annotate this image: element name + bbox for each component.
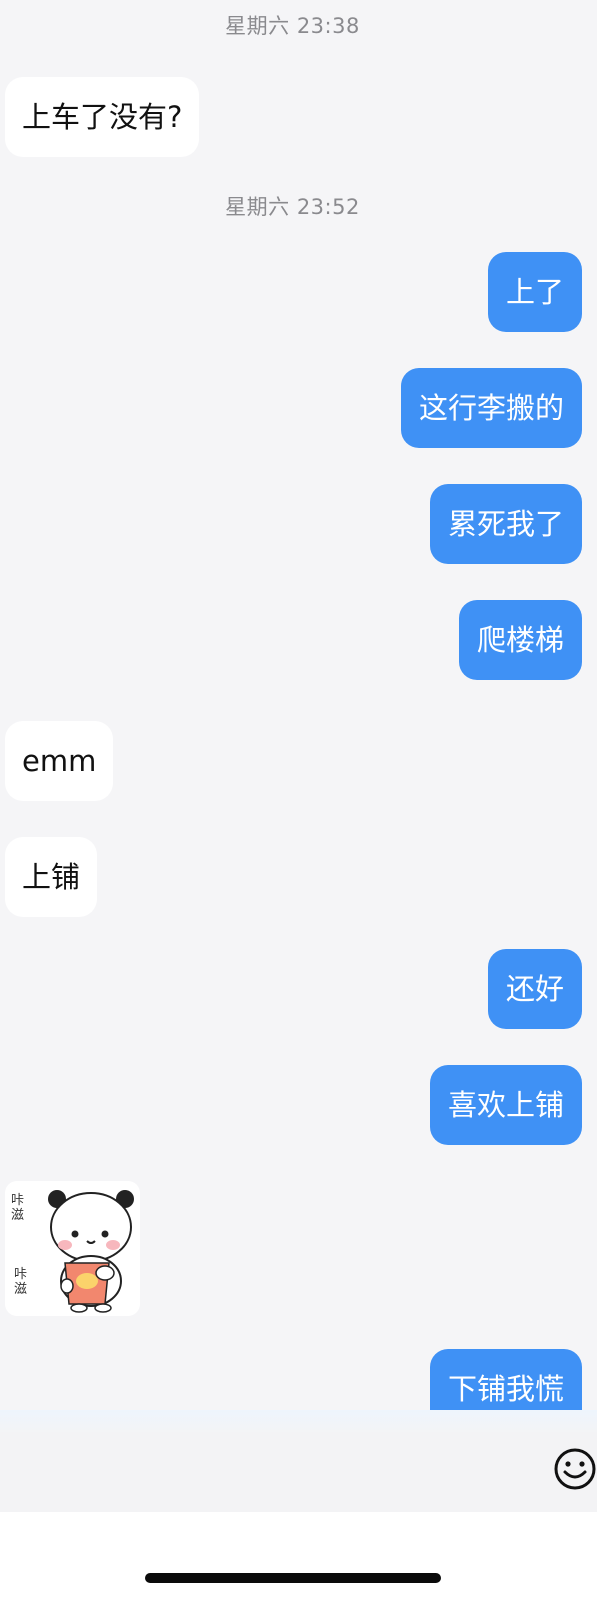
- timestamp: 星期六 23:52: [225, 195, 360, 219]
- message-bubble-outgoing[interactable]: 这行李搬的: [400, 368, 582, 448]
- message-bubble-outgoing[interactable]: 累死我了: [429, 484, 582, 564]
- message-bubble-incoming[interactable]: 上车了没有?: [5, 77, 200, 157]
- message-bubble-outgoing[interactable]: 爬楼梯: [458, 600, 582, 680]
- message-bubble-incoming[interactable]: emm: [5, 721, 114, 801]
- sticker-message[interactable]: 咔滋 咔滋: [5, 1181, 140, 1316]
- home-indicator[interactable]: [145, 1573, 441, 1583]
- message-bubble-incoming[interactable]: 上铺: [5, 837, 98, 917]
- panda-bear-sticker-icon: [48, 1190, 134, 1313]
- timestamp: 星期六 23:38: [225, 14, 360, 38]
- message-bubble-outgoing[interactable]: 还好: [487, 949, 582, 1029]
- input-bar[interactable]: [0, 1432, 597, 1512]
- chat-screen: 星期六 23:38 上车了没有? 星期六 23:52 上了 这行李搬的 累死我了…: [0, 0, 597, 1599]
- smiley-face-icon[interactable]: [553, 1447, 597, 1491]
- input-bar-divider: [0, 1410, 597, 1432]
- bottom-safe-area: [0, 1512, 597, 1599]
- message-bubble-outgoing[interactable]: 上了: [487, 252, 582, 332]
- message-bubble-outgoing[interactable]: 喜欢上铺: [429, 1065, 582, 1145]
